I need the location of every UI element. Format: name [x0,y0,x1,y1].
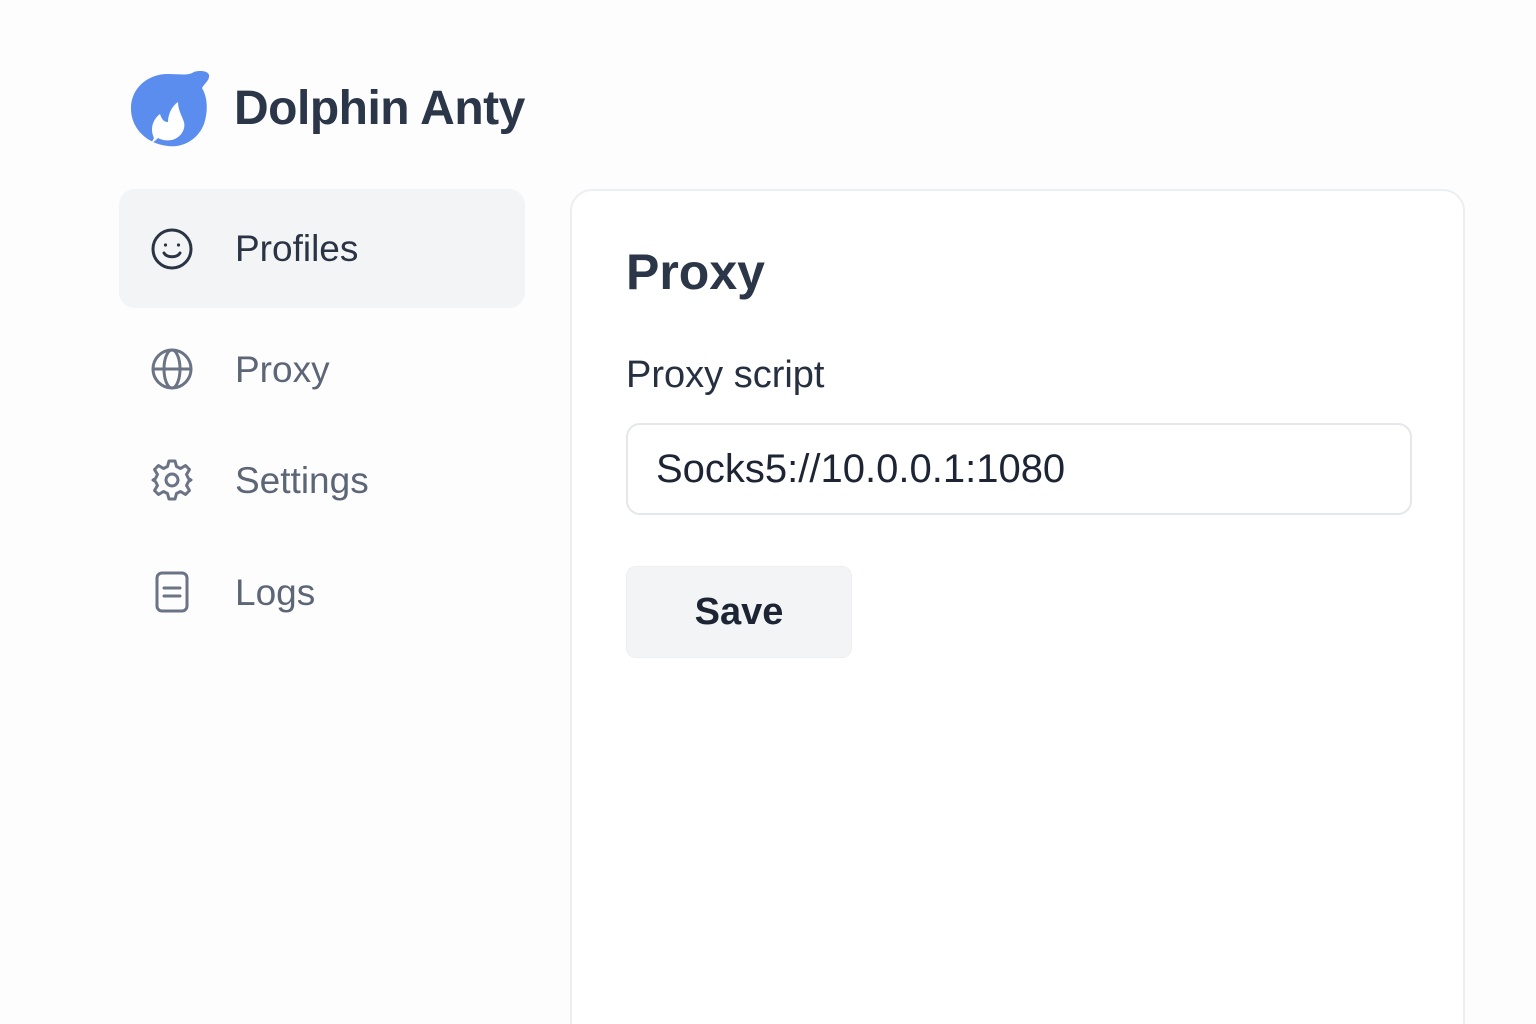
app-window: Dolphin Anty Profiles Proxy Settings Log… [0,0,1536,1024]
app-title: Dolphin Anty [234,82,525,135]
proxy-script-label: Proxy script [626,354,825,396]
sidebar-item-settings[interactable]: Settings [119,430,525,530]
sidebar-item-logs[interactable]: Logs [119,530,525,654]
page-title: Proxy [626,244,765,300]
sidebar-item-proxy[interactable]: Proxy [119,308,525,430]
sidebar: Profiles Proxy Settings Logs [119,189,525,654]
proxy-panel: Proxy Proxy script Save [570,189,1465,1024]
smiley-face-icon [149,226,195,272]
sidebar-item-label: Settings [235,459,369,501]
gear-icon [149,457,195,503]
globe-icon [149,346,195,392]
save-button[interactable]: Save [626,566,852,658]
proxy-script-input[interactable] [626,423,1412,515]
sidebar-item-label: Profiles [235,228,359,269]
sidebar-item-label: Logs [235,571,316,613]
brand: Dolphin Anty [128,68,525,150]
dolphin-logo-icon [130,71,210,147]
sidebar-item-profiles[interactable]: Profiles [119,189,525,308]
sidebar-item-label: Proxy [235,348,330,390]
document-icon [149,569,195,615]
